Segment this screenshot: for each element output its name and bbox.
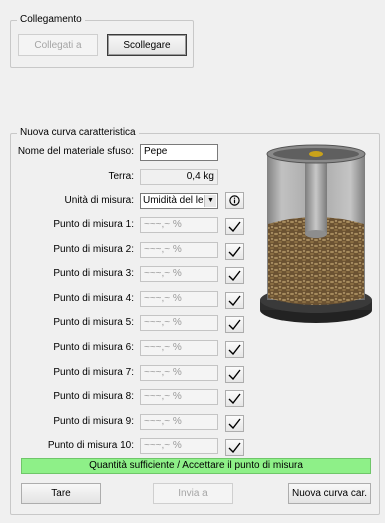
unit-select-value: Umidità del leg [143,195,210,206]
measuring-point-value: ~~~,~ % [140,438,218,455]
new-curve-group-title: Nuova curva caratteristica [17,127,139,139]
earth-value: 0,4 kg [140,169,218,185]
measuring-point-value: ~~~,~ % [140,315,218,332]
new-curve-button[interactable]: Nuova curva car. [288,483,371,504]
accept-point-button[interactable] [225,414,244,432]
connection-group-title: Collegamento [17,14,85,26]
send-button[interactable]: Invia a [153,483,233,504]
measuring-point-label: Punto di misura 4: [53,292,134,304]
sample-container-image [260,144,372,323]
measuring-point-label: Punto di misura 1: [53,219,134,230]
checkmark-icon [228,369,241,380]
earth-label: Terra: [108,171,134,182]
checkmark-icon [228,270,241,282]
connect-button[interactable]: Collegati a [18,34,98,56]
accept-point-button[interactable] [225,242,244,260]
checkmark-icon [228,221,241,232]
measuring-point-value: ~~~,~ % [140,290,218,307]
tare-button[interactable]: Tare [21,483,101,504]
measuring-point-label: Punto di misura 2: [53,243,134,255]
measuring-point-label: Punto di misura 5: [53,317,134,329]
unit-label: Unità di misura: [64,195,134,206]
measuring-point-value: ~~~,~ % [140,413,218,430]
accept-point-button[interactable] [225,439,244,457]
measuring-point-label: Punto di misura 7: [53,366,134,378]
accept-point-button[interactable] [225,390,244,408]
measuring-point-label: Punto di misura 3: [53,268,134,280]
measuring-point-label: Punto di misura 9: [53,415,134,427]
measuring-point-value: ~~~,~ % [140,241,218,258]
checkmark-icon [228,344,241,355]
measuring-point-value: ~~~,~ % [140,389,218,406]
unit-select[interactable]: Umidità del leg ▼ [140,193,218,209]
accept-point-button[interactable] [225,365,244,383]
accept-point-button[interactable] [225,267,244,285]
measuring-point-value: ~~~,~ % [140,364,218,381]
info-button[interactable] [225,192,244,209]
info-icon [229,195,240,206]
measuring-point-label: Punto di misura 8: [53,391,134,403]
checkmark-icon [228,246,241,257]
checkmark-icon [228,442,241,454]
disconnect-button[interactable]: Scollegare [107,34,187,56]
accept-point-button[interactable] [225,341,244,358]
accept-point-button[interactable] [225,316,244,334]
measuring-point-value: ~~~,~ % [140,266,218,283]
measuring-point-label: Punto di misura 6: [53,342,134,353]
connection-group: Collegamento Collegati a Scollegare [10,14,194,68]
measuring-point-value: ~~~,~ % [140,217,218,233]
checkmark-icon [228,295,241,306]
accept-point-button[interactable] [225,291,244,309]
measuring-point-label: Punto di misura 10: [47,440,134,452]
chevron-down-icon[interactable]: ▼ [204,195,216,207]
checkmark-icon [228,393,241,405]
checkmark-icon [228,319,241,331]
status-bar: Quantità sufficiente / Accettare il punt… [21,458,371,474]
material-name-input[interactable]: Pepe [140,144,218,161]
material-name-label: Nome del materiale sfuso: [17,146,134,157]
accept-point-button[interactable] [225,218,244,235]
checkmark-icon [228,418,241,429]
measuring-point-value: ~~~,~ % [140,340,218,356]
